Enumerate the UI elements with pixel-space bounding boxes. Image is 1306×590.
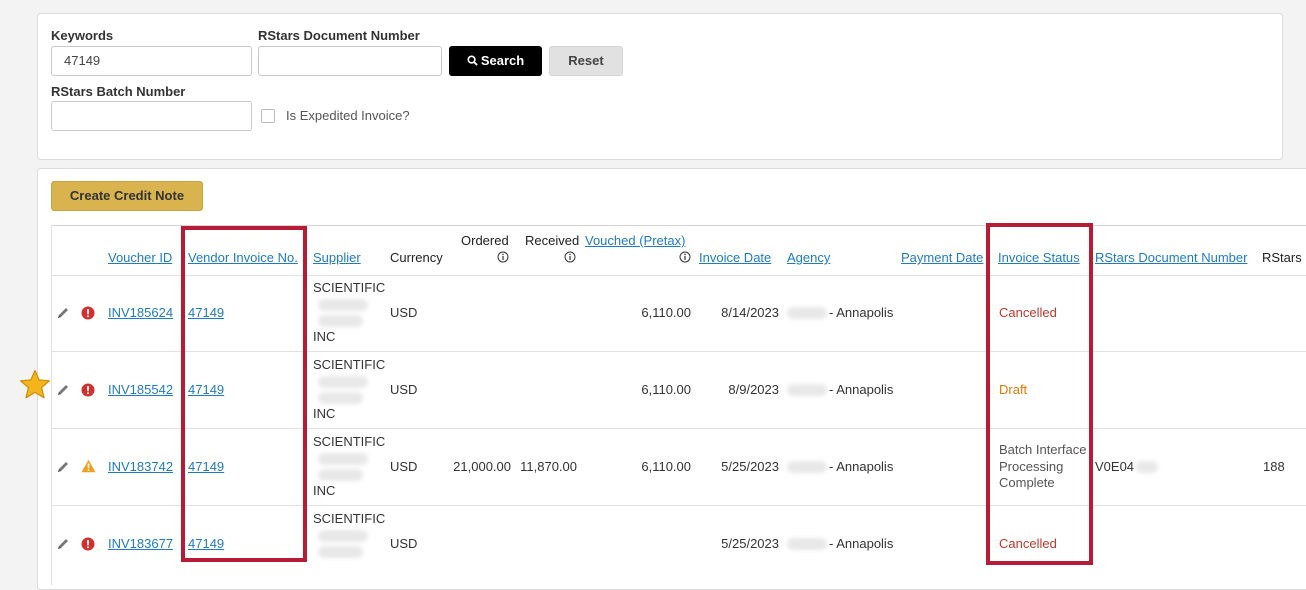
rstars-batch-input[interactable] — [51, 101, 252, 131]
header-received: Received — [525, 233, 580, 248]
agency-redacted — [787, 307, 827, 319]
table-left-border — [51, 225, 52, 585]
keywords-input[interactable]: 47149 — [51, 46, 252, 76]
currency-cell: USD — [390, 459, 418, 474]
edit-pencil-icon[interactable] — [56, 306, 70, 320]
header-voucher-id[interactable]: Voucher ID — [108, 250, 172, 265]
supplier-name-top: SCIENTIFIC — [313, 280, 386, 295]
favorite-star-icon[interactable] — [19, 369, 51, 400]
supplier-name-bottom: INC — [313, 406, 336, 421]
supplier-redacted — [318, 315, 363, 327]
search-button-label: Search — [480, 53, 525, 68]
header-agency[interactable]: Agency — [787, 250, 830, 265]
ordered-info-icon[interactable] — [497, 251, 509, 263]
header-ordered: Ordered — [461, 233, 509, 248]
create-credit-note-button[interactable]: Create Credit Note — [51, 181, 203, 211]
currency-cell: USD — [390, 536, 418, 551]
supplier-name-top: SCIENTIFIC — [313, 434, 386, 449]
agency-redacted — [787, 538, 827, 550]
vouched-cell: 6,110.00 — [641, 305, 691, 320]
received-cell: 11,870.00 — [520, 459, 577, 474]
header-currency: Currency — [390, 250, 443, 265]
edit-pencil-icon[interactable] — [56, 537, 70, 551]
invoice-status-highlight-box — [986, 223, 1093, 565]
vouched-info-icon[interactable] — [679, 251, 691, 263]
received-info-icon[interactable] — [564, 251, 576, 263]
ordered-cell: 21,000.00 — [453, 459, 511, 474]
agency-redacted — [787, 384, 827, 396]
keywords-label: Keywords — [51, 28, 114, 43]
supplier-redacted — [318, 546, 363, 558]
agency-cell: - Annapolis — [829, 305, 894, 320]
edit-pencil-icon[interactable] — [56, 460, 70, 474]
rstars-batch-label: RStars Batch Number — [51, 84, 186, 99]
edit-pencil-icon[interactable] — [56, 383, 70, 397]
header-rstars-document-number[interactable]: RStars Document Number — [1095, 250, 1247, 265]
rstars-document-input[interactable] — [258, 46, 442, 76]
header-payment-date[interactable]: Payment Date — [901, 250, 983, 265]
results-panel: Create Credit Note Voucher ID Vendor Inv… — [37, 168, 1306, 590]
header-rstars-batch: RStars — [1262, 250, 1302, 265]
supplier-name-bottom: INC — [313, 483, 336, 498]
expedited-checkbox[interactable] — [261, 109, 275, 123]
search-button[interactable]: Search — [449, 46, 542, 76]
vouched-cell: 6,110.00 — [641, 382, 691, 397]
invoice-date-cell: 8/9/2023 — [728, 382, 779, 397]
voucher-id-link[interactable]: INV185542 — [108, 382, 173, 397]
warning-triangle-icon — [81, 459, 96, 473]
voucher-id-link[interactable]: INV185624 — [108, 305, 173, 320]
supplier-redacted — [318, 453, 368, 465]
error-alert-icon — [81, 306, 95, 320]
agency-cell: - Annapolis — [829, 536, 894, 551]
vendor-invoice-highlight-box — [181, 226, 307, 562]
header-supplier[interactable]: Supplier — [313, 250, 361, 265]
vouched-cell: 6,110.00 — [641, 459, 691, 474]
invoice-date-cell: 5/25/2023 — [721, 459, 779, 474]
supplier-redacted — [318, 530, 368, 542]
search-panel: Keywords 47149 RStars Document Number Se… — [37, 13, 1283, 160]
supplier-name-top: SCIENTIFIC — [313, 357, 386, 372]
expedited-label: Is Expedited Invoice? — [286, 108, 410, 123]
reset-button[interactable]: Reset — [549, 46, 623, 76]
supplier-redacted — [318, 392, 363, 404]
supplier-redacted — [318, 469, 363, 481]
voucher-id-link[interactable]: INV183677 — [108, 536, 173, 551]
agency-cell: - Annapolis — [829, 382, 894, 397]
supplier-name-bottom: INC — [313, 329, 336, 344]
rstars-document-label: RStars Document Number — [258, 28, 420, 43]
error-alert-icon — [81, 537, 95, 551]
supplier-redacted — [318, 299, 368, 311]
supplier-redacted — [318, 376, 368, 388]
invoice-date-cell: 5/25/2023 — [721, 536, 779, 551]
invoice-date-cell: 8/14/2023 — [721, 305, 779, 320]
rstars-batch-cell: 188 — [1263, 459, 1285, 474]
currency-cell: USD — [390, 382, 418, 397]
error-alert-icon — [81, 383, 95, 397]
search-icon — [467, 55, 478, 66]
header-invoice-date[interactable]: Invoice Date — [699, 250, 771, 265]
agency-redacted — [787, 461, 827, 473]
rstars-document-cell: V0E04 — [1095, 459, 1135, 474]
voucher-id-link[interactable]: INV183742 — [108, 459, 173, 474]
supplier-name-top: SCIENTIFIC — [313, 511, 386, 526]
header-vouched-pretax[interactable]: Vouched (Pretax) — [585, 233, 685, 248]
rstars-document-redacted — [1136, 461, 1158, 473]
currency-cell: USD — [390, 305, 418, 320]
agency-cell: - Annapolis — [829, 459, 894, 474]
